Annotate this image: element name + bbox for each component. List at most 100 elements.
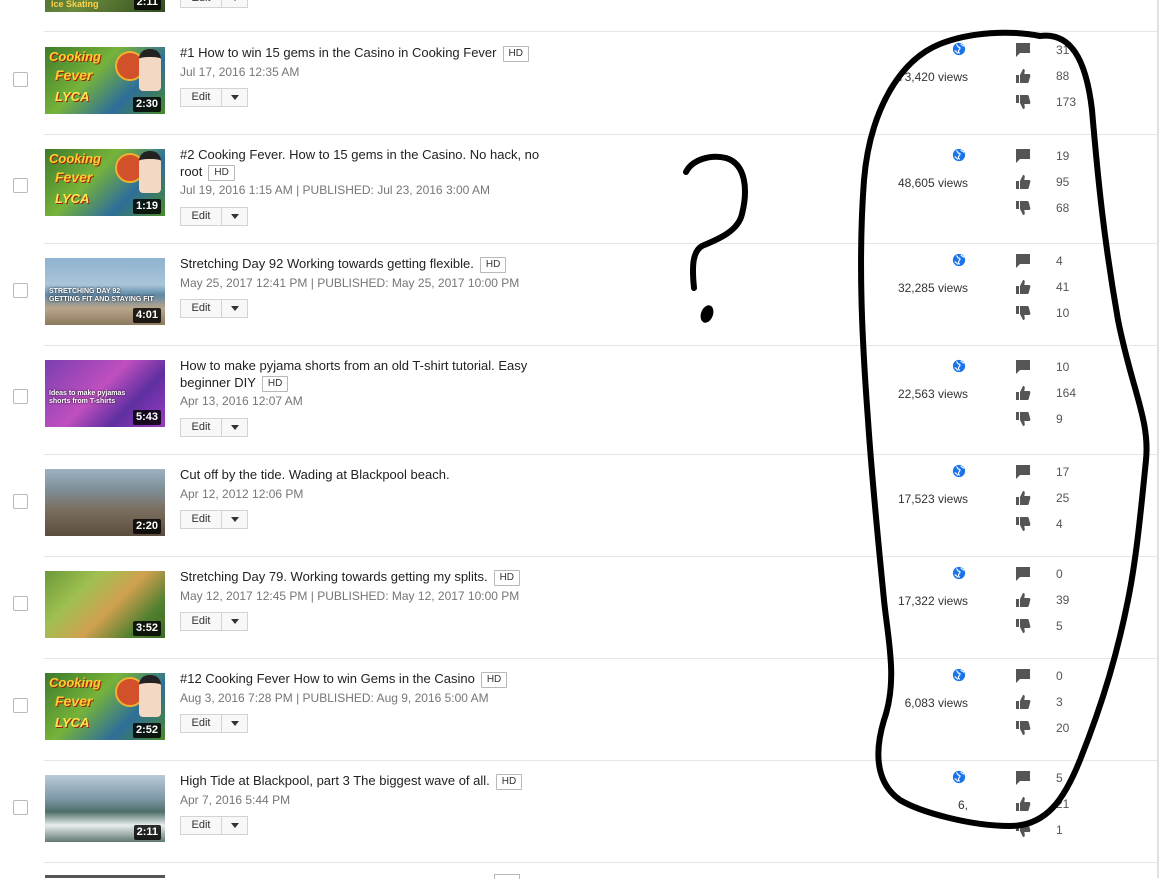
globe-icon[interactable]: [952, 359, 966, 373]
comment-count: 10: [1056, 359, 1070, 374]
thumbs-up-icon[interactable]: [1015, 279, 1031, 295]
thumbs-down-icon[interactable]: [1015, 720, 1031, 736]
edit-dropdown[interactable]: [222, 511, 247, 528]
chevron-down-icon: [230, 306, 239, 311]
select-checkbox[interactable]: [13, 72, 28, 87]
edit-dropdown[interactable]: [222, 613, 247, 630]
video-thumbnail[interactable]: Cooking Fever LYCA 2:30: [45, 47, 165, 114]
comment-icon[interactable]: [1015, 770, 1031, 786]
comment-icon[interactable]: [1015, 253, 1031, 269]
video-thumbnail[interactable]: 2:20: [45, 469, 165, 536]
video-thumbnail[interactable]: Cooking Fever LYCA 1:19: [45, 149, 165, 216]
video-title[interactable]: #2 Cooking Fever. How to 15 gems in the …: [180, 146, 550, 181]
video-thumbnail[interactable]: STRETCHING DAY 92 GETTING FIT AND STAYING…: [45, 258, 165, 325]
edit-dropdown[interactable]: [222, 715, 247, 732]
edit-dropdown[interactable]: [222, 89, 247, 106]
select-checkbox[interactable]: [13, 283, 28, 298]
comment-icon[interactable]: [1015, 566, 1031, 582]
edit-dropdown[interactable]: [222, 817, 247, 834]
annotation-overlay: [683, 29, 1150, 829]
edit-label[interactable]: Edit: [181, 419, 222, 436]
edit-dropdown[interactable]: [222, 0, 247, 7]
thumbs-up-icon[interactable]: [1015, 694, 1031, 710]
select-checkbox[interactable]: [13, 698, 28, 713]
thumbs-down-icon[interactable]: [1015, 618, 1031, 634]
select-checkbox[interactable]: [13, 800, 28, 815]
video-title-text[interactable]: Cut off by the tide. Wading at Blackpool…: [180, 467, 450, 482]
video-title-text[interactable]: Stretching Day 79. Working towards getti…: [180, 569, 488, 584]
comment-icon[interactable]: [1015, 359, 1031, 375]
edit-button[interactable]: Edit: [180, 418, 248, 437]
comment-icon[interactable]: [1015, 464, 1031, 480]
thumbs-up-icon[interactable]: [1015, 174, 1031, 190]
video-title-text[interactable]: #1 How to win 15 gems in the Casino in C…: [180, 45, 497, 60]
globe-icon[interactable]: [952, 42, 966, 56]
thumbs-up-icon[interactable]: [1015, 385, 1031, 401]
thumbs-up-icon[interactable]: [1015, 796, 1031, 812]
edit-button[interactable]: Edit: [180, 714, 248, 733]
thumbs-down-icon[interactable]: [1015, 822, 1031, 838]
edit-button[interactable]: Edit: [180, 612, 248, 631]
edit-dropdown[interactable]: [222, 300, 247, 317]
globe-icon[interactable]: [952, 566, 966, 580]
edit-label[interactable]: Edit: [181, 300, 222, 317]
chevron-down-icon: [230, 619, 239, 624]
video-title[interactable]: #1 How to win 15 gems in the Casino in C…: [180, 44, 550, 62]
thumbs-down-icon[interactable]: [1015, 94, 1031, 110]
video-title-text[interactable]: Stretching Day 92 Working towards gettin…: [180, 256, 474, 271]
thumbs-down-icon[interactable]: [1015, 200, 1031, 216]
comment-icon[interactable]: [1015, 148, 1031, 164]
select-checkbox[interactable]: [13, 596, 28, 611]
thumbs-up-icon[interactable]: [1015, 490, 1031, 506]
comment-icon[interactable]: [1015, 668, 1031, 684]
edit-dropdown[interactable]: [222, 419, 247, 436]
chevron-down-icon: [230, 425, 239, 430]
video-thumbnail[interactable]: Ideas to make pyjamas shorts from T-shirt…: [45, 360, 165, 427]
globe-icon[interactable]: [952, 464, 966, 478]
globe-icon[interactable]: [952, 253, 966, 267]
edit-label[interactable]: Edit: [181, 817, 222, 834]
thumbs-down-icon[interactable]: [1015, 516, 1031, 532]
chevron-down-icon: [230, 823, 239, 828]
edit-button[interactable]: Edit: [180, 207, 248, 226]
edit-label[interactable]: Edit: [181, 613, 222, 630]
video-title-text[interactable]: How to make pyjama shorts from an old T-…: [180, 358, 527, 390]
thumbs-up-icon[interactable]: [1015, 592, 1031, 608]
video-thumbnail[interactable]: 3:52: [45, 571, 165, 638]
thumbs-down-icon[interactable]: [1015, 305, 1031, 321]
edit-button[interactable]: Edit: [180, 510, 248, 529]
video-duration: 2:11: [133, 0, 161, 10]
video-thumbnail[interactable]: 2:11: [45, 775, 165, 842]
edit-label[interactable]: Edit: [181, 208, 222, 225]
video-title[interactable]: Cut off by the tide. Wading at Blackpool…: [180, 466, 550, 483]
video-thumbnail[interactable]: Cooking Fever LYCA 2:52: [45, 673, 165, 740]
hand-drawn-question-dot: [700, 305, 714, 323]
edit-label[interactable]: Edit: [181, 715, 222, 732]
edit-button[interactable]: Edit: [180, 88, 248, 107]
video-title-text[interactable]: High Tide at Blackpool, part 3 The bigge…: [180, 773, 490, 788]
chevron-down-icon: [230, 95, 239, 100]
video-title[interactable]: #12 Cooking Fever How to win Gems in the…: [180, 670, 550, 688]
edit-label[interactable]: Edit: [181, 511, 222, 528]
edit-button[interactable]: Edit: [180, 0, 248, 8]
comment-icon[interactable]: [1015, 42, 1031, 58]
edit-button[interactable]: Edit: [180, 816, 248, 835]
edit-button[interactable]: Edit: [180, 299, 248, 318]
globe-icon[interactable]: [952, 770, 966, 784]
select-checkbox[interactable]: [13, 177, 28, 193]
globe-icon[interactable]: [952, 668, 966, 682]
video-thumbnail[interactable]: Ice Skating 2:11: [45, 0, 165, 12]
thumbs-down-icon[interactable]: [1015, 411, 1031, 427]
edit-label[interactable]: Edit: [181, 89, 222, 106]
video-title[interactable]: High Tide at Blackpool, part 3 The bigge…: [180, 772, 550, 790]
globe-icon[interactable]: [952, 148, 966, 162]
video-title-text[interactable]: #12 Cooking Fever How to win Gems in the…: [180, 671, 475, 686]
upload-date: Apr 12, 2012 12:06 PM: [180, 487, 304, 501]
select-checkbox[interactable]: [13, 388, 28, 404]
thumbs-up-icon[interactable]: [1015, 68, 1031, 84]
edit-dropdown[interactable]: [222, 208, 247, 225]
select-checkbox[interactable]: [13, 494, 28, 509]
video-title[interactable]: How to make pyjama shorts from an old T-…: [180, 357, 550, 392]
video-title[interactable]: Stretching Day 79. Working towards getti…: [180, 568, 550, 586]
video-title[interactable]: Stretching Day 92 Working towards gettin…: [180, 255, 550, 273]
